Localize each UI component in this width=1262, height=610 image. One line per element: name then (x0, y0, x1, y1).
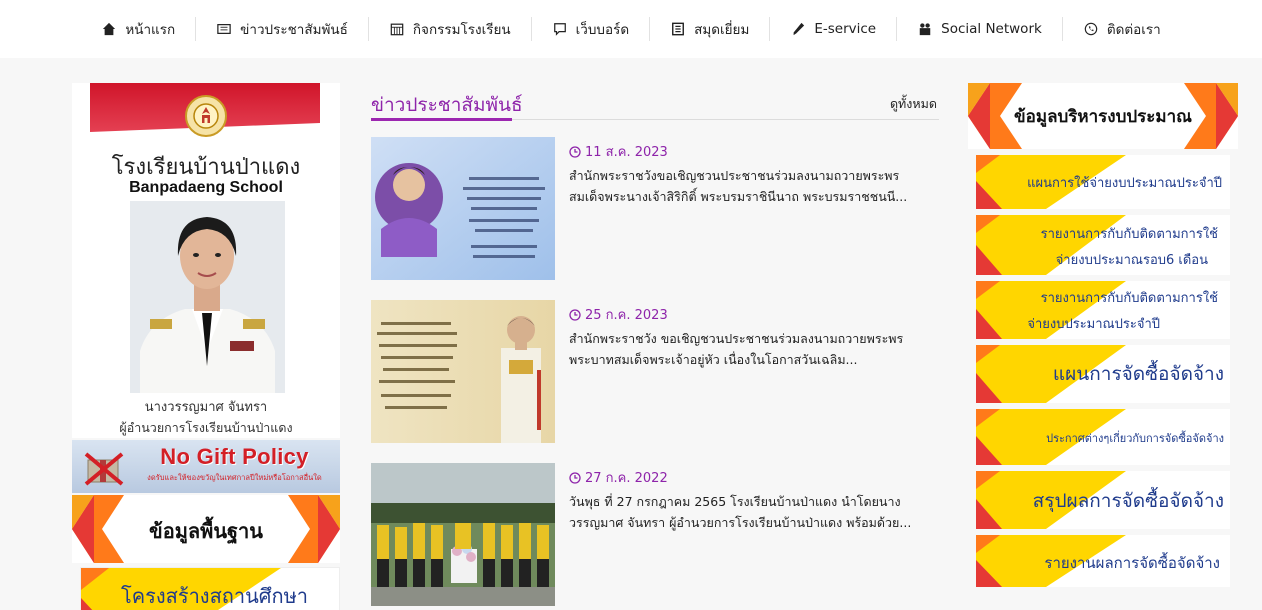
users-icon (917, 21, 933, 37)
budget-link-label: แผนการจัดซื้อจัดจ้าง (1052, 363, 1224, 385)
budget-link-label: ประกาศต่างๆเกี่ยวกับการจัดซื้อจัดจ้าง (1046, 432, 1224, 445)
budget-link-label: แผนการใช้จ่ายงบประมาณประจำปี (1027, 176, 1222, 191)
news-date: 25 ก.ค. 2023 (569, 304, 668, 325)
director-card: โรงเรียนบ้านป่าแดง Banpadaeng School นาง… (72, 83, 340, 438)
budget-link-procurement-summary[interactable]: สรุปผลการจัดซื้อจัดจ้าง (976, 471, 1230, 529)
budget-column: ข้อมูลบริหารงบประมาณ แผนการใช้จ่ายงบประม… (968, 83, 1238, 587)
budget-link-annual-report[interactable]: รายงานการกับกับติดตามการใช้ จ่ายงบประมาณ… (976, 281, 1230, 339)
nav-label: ติดต่อเรา (1106, 22, 1161, 38)
nav-label: สมุดเยี่ยม (694, 22, 750, 38)
news-date-text: 27 ก.ค. 2022 (585, 471, 668, 486)
school-logo (185, 95, 227, 137)
news-header: ข่าวประชาสัมพันธ์ ดูทั้งหมด (371, 88, 939, 121)
nav-home[interactable]: หน้าแรก (81, 17, 197, 41)
news-item[interactable]: 27 ก.ค. 2022 วันพุธ ที่ 27 กรกฎาคม 2565 … (371, 463, 939, 608)
news-thumbnail[interactable] (371, 137, 555, 280)
news-item[interactable]: 11 ส.ค. 2023 สำนักพระราชวังขอเชิญชวนประช… (371, 137, 939, 282)
news-section: ข่าวประชาสัมพันธ์ ดูทั้งหมด 11 ส.ค. 2023… (371, 88, 939, 606)
nav-webboard[interactable]: เว็บบอร์ด (532, 17, 651, 41)
nav-label: หน้าแรก (125, 22, 176, 38)
news-section-title: ข่าวประชาสัมพันธ์ (371, 94, 523, 116)
news-excerpt[interactable]: สำนักพระราชวังขอเชิญชวนประชาชนร่วมลงนามถ… (569, 165, 934, 207)
news-date-text: 25 ก.ค. 2023 (585, 308, 668, 323)
nav-activities[interactable]: กิจกรรมโรงเรียน (369, 17, 532, 41)
news-date: 11 ส.ค. 2023 (569, 141, 668, 162)
nav-label: Social Network (941, 21, 1042, 37)
no-gift-policy-banner[interactable]: No Gift Policy งดรับและให้ของขวัญในเทศกา… (72, 440, 340, 493)
budget-header-label: ข้อมูลบริหารงบประมาณ (1014, 107, 1192, 127)
top-navigation: หน้าแรก ข่าวประชาสัมพันธ์ กิจกรรมโรงเรีย… (0, 0, 1262, 58)
gift-prohibited-icon (84, 452, 124, 486)
budget-link-label: รายงานการกับกับติดตามการใช้ (1040, 291, 1218, 306)
nav-guestbook[interactable]: สมุดเยี่ยม (650, 17, 771, 41)
phone-icon (1083, 21, 1099, 37)
news-excerpt[interactable]: สำนักพระราชวัง ขอเชิญชวนประชาชนร่วมลงนาม… (569, 328, 934, 370)
budget-link-procurement-announcements[interactable]: ประกาศต่างๆเกี่ยวกับการจัดซื้อจัดจ้าง (976, 409, 1230, 465)
nav-contact[interactable]: ติดต่อเรา (1063, 17, 1181, 41)
news-item[interactable]: 25 ก.ค. 2023 สำนักพระราชวัง ขอเชิญชวนประ… (371, 300, 939, 445)
basic-info-banner[interactable]: ข้อมูลพื้นฐาน (72, 495, 340, 563)
news-excerpt[interactable]: วันพุธ ที่ 27 กรกฎาคม 2565 โรงเรียนบ้านป… (569, 491, 934, 533)
nav-social[interactable]: Social Network (897, 17, 1063, 41)
clock-icon (569, 145, 581, 158)
budget-link-procurement-report[interactable]: รายงานผลการจัดซื้อจัดจ้าง (976, 535, 1230, 587)
school-name-english: Banpadaeng School (129, 179, 283, 196)
newspaper-icon (216, 21, 232, 37)
nav-news[interactable]: ข่าวประชาสัมพันธ์ (196, 17, 369, 41)
news-thumbnail[interactable] (371, 300, 555, 443)
calendar-icon (389, 21, 405, 37)
budget-link-6month-report[interactable]: รายงานการกับกับติดตามการใช้ จ่ายงบประมาณ… (976, 215, 1230, 275)
structure-banner[interactable]: โครงสร้างสถานศึกษา (80, 567, 340, 610)
basic-info-label: ข้อมูลพื้นฐาน (149, 519, 263, 543)
see-all-link[interactable]: ดูทั้งหมด (890, 94, 937, 114)
clock-icon (569, 471, 581, 484)
comment-icon (552, 21, 568, 37)
left-column: โรงเรียนบ้านป่าแดง Banpadaeng School นาง… (72, 83, 340, 610)
budget-link-annual-plan[interactable]: แผนการใช้จ่ายงบประมาณประจำปี (976, 155, 1230, 209)
nav-label: ข่าวประชาสัมพันธ์ (240, 22, 348, 38)
nav-label: กิจกรรมโรงเรียน (412, 22, 511, 38)
budget-link-label: สรุปผลการจัดซื้อจัดจ้าง (1032, 490, 1224, 512)
home-icon (101, 21, 117, 37)
budget-link-label-line2: จ่ายงบประมาณรอบ6 เดือน (1055, 253, 1208, 268)
book-icon (670, 21, 686, 37)
news-title-underline (371, 118, 512, 121)
budget-link-label-line2: จ่ายงบประมาณประจำปี (1027, 317, 1160, 332)
news-thumbnail[interactable] (371, 463, 555, 606)
news-date-text: 11 ส.ค. 2023 (585, 145, 668, 160)
director-photo (130, 201, 285, 393)
nav-eservice[interactable]: E-service (770, 17, 898, 41)
budget-link-procurement-plan[interactable]: แผนการจัดซื้อจัดจ้าง (976, 345, 1230, 403)
nav-label: เว็บบอร์ด (575, 22, 630, 38)
structure-label: โครงสร้างสถานศึกษา (121, 584, 309, 608)
clock-icon (569, 308, 581, 321)
budget-link-label: รายงานผลการจัดซื้อจัดจ้าง (1044, 554, 1220, 572)
no-gift-title: No Gift Policy (160, 444, 309, 469)
director-position: ผู้อำนวยการโรงเรียนบ้านป่าแดง (119, 420, 293, 435)
nav-label: E-service (814, 21, 877, 37)
no-gift-subtitle: งดรับและให้ของขวัญในเทศกาลปีใหม่หรือโอกา… (147, 473, 322, 482)
wrench-icon (790, 21, 806, 37)
budget-header-banner: ข้อมูลบริหารงบประมาณ (968, 83, 1238, 149)
news-date: 27 ก.ค. 2022 (569, 467, 668, 488)
budget-link-label: รายงานการกับกับติดตามการใช้ (1040, 227, 1218, 242)
director-name: นางวรรญมาศ จันทรา (144, 400, 268, 415)
